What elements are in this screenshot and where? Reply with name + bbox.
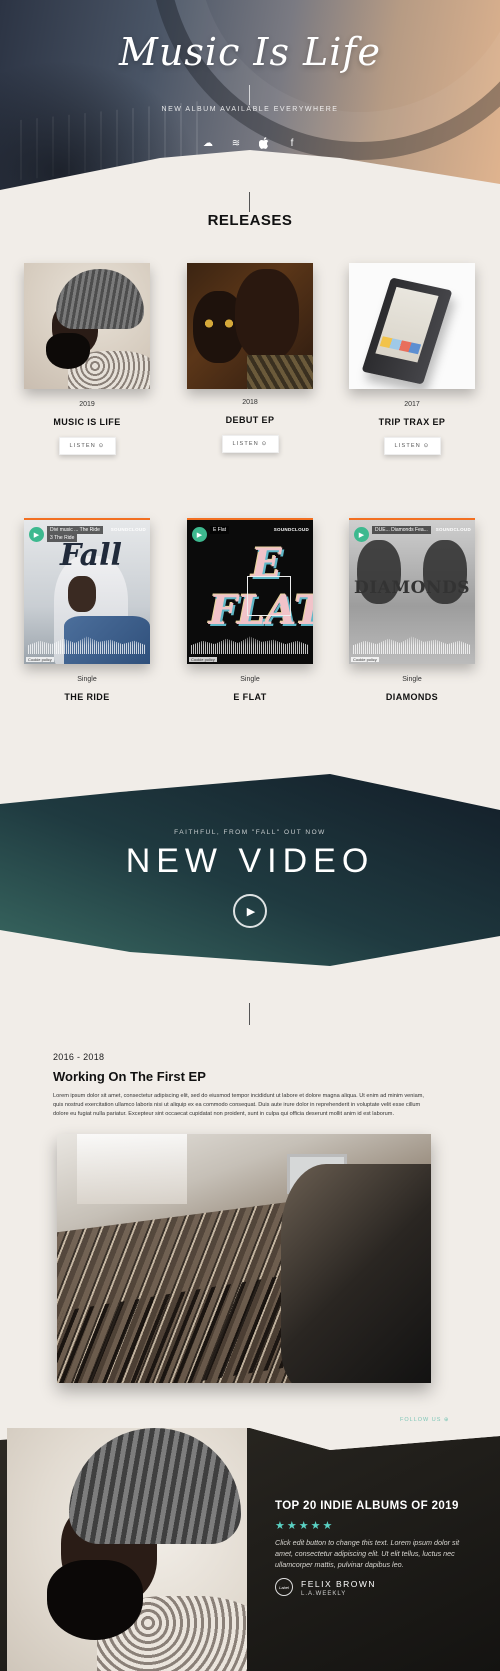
timeline-body: Lorem ipsum dolor sit amet, consectetur … (53, 1093, 424, 1117)
rating-stars: ★★★★★ (275, 1520, 335, 1532)
section-divider-line (249, 192, 250, 212)
album-cover[interactable] (349, 263, 475, 389)
cookie-policy-link[interactable]: Cookie policy (351, 657, 379, 662)
soundcloud-player[interactable]: E FLAT ▶ E Flat SOUNDCLOUD Cookie policy (187, 518, 313, 664)
reviewer-name: FELIX BROWN (301, 1579, 377, 1589)
cover-script-text: DIAMONDS (353, 578, 471, 598)
soundcloud-player[interactable]: DIAMONDS ▶ DUE... Diamonds Fea... SOUNDC… (349, 518, 475, 664)
section-divider-line (249, 1003, 250, 1025)
play-icon[interactable]: ▶ (354, 527, 369, 542)
album-card: 2017 TRIP TRAX EP LISTEN ⊙ (347, 263, 477, 455)
single-card: Fall ▶ Divi music ... The Ride 3 The Rid… (22, 518, 152, 702)
single-type: Single (402, 676, 422, 683)
player-track-label: E Flat (210, 526, 230, 534)
listen-button[interactable]: LISTEN ⊙ (221, 435, 279, 453)
cover-script-text: Fall (60, 538, 122, 573)
reviewer-organization: L.A.WEEKLY (301, 1591, 347, 1597)
album-cover[interactable] (24, 263, 150, 389)
video-title: NEW VIDEO (125, 842, 375, 880)
single-title: THE RIDE (64, 692, 110, 702)
waveform[interactable] (191, 636, 309, 654)
album-year: 2018 (242, 399, 258, 406)
waveform[interactable] (353, 636, 471, 654)
video-subtitle: FAITHFUL, FROM "FALL" OUT NOW (174, 829, 326, 836)
album-cover[interactable] (187, 263, 313, 389)
cookie-policy-link[interactable]: Cookie policy (189, 657, 217, 662)
video-play-button[interactable]: ▶ (233, 894, 267, 928)
testimonial-title: TOP 20 INDIE ALBUMS OF 2019 (275, 1500, 459, 1512)
artist-portrait (7, 1428, 247, 1671)
apple-icon[interactable] (256, 135, 272, 151)
timeline-title: Working On The First EP (53, 1069, 206, 1084)
listen-button[interactable]: LISTEN ⊙ (383, 437, 441, 455)
single-type: Single (240, 676, 260, 683)
soundcloud-icon[interactable]: ☁ (200, 135, 216, 151)
site-title: Music Is Life (119, 30, 381, 74)
hero-divider-line (249, 85, 250, 105)
play-icon[interactable]: ▶ (192, 527, 207, 542)
soundcloud-logo[interactable]: SOUNDCLOUD (274, 527, 309, 532)
listen-button[interactable]: LISTEN ⊙ (58, 437, 116, 455)
player-track-label: DUE... Diamonds Fea... (372, 526, 431, 534)
album-card: 2019 MUSIC IS LIFE LISTEN ⊙ (22, 263, 152, 455)
releases-title: RELEASES (207, 212, 293, 229)
testimonial-quote: Click edit button to change this text. L… (275, 1538, 460, 1569)
album-card: 2018 DEBUT EP LISTEN ⊙ (185, 263, 315, 453)
single-type: Single (77, 676, 97, 683)
single-title: E FLAT (233, 692, 267, 702)
soundcloud-logo[interactable]: SOUNDCLOUD (111, 527, 146, 532)
soundcloud-logo[interactable]: SOUNDCLOUD (436, 527, 471, 532)
follow-us-link[interactable]: FOLLOW US ⊕ (400, 1417, 450, 1423)
player-track-label: Divi music ... The Ride (47, 526, 103, 534)
single-card: E FLAT ▶ E Flat SOUNDCLOUD Cookie policy… (185, 518, 315, 702)
hero-tagline: NEW ALBUM AVAILABLE EVERYWHERE (161, 106, 339, 113)
single-card: DIAMONDS ▶ DUE... Diamonds Fea... SOUNDC… (347, 518, 477, 702)
album-title: MUSIC IS LIFE (53, 417, 121, 427)
spotify-icon[interactable]: ≋ (228, 135, 244, 151)
social-links: ☁ ≋ f (200, 135, 300, 151)
album-title: DEBUT EP (225, 415, 275, 425)
single-title: DIAMONDS (385, 692, 439, 702)
album-title: TRIP TRAX EP (378, 417, 446, 427)
cookie-policy-link[interactable]: Cookie policy (26, 657, 54, 662)
facebook-icon[interactable]: f (284, 135, 300, 151)
timeline-years: 2016 - 2018 (53, 1052, 105, 1062)
album-year: 2017 (404, 401, 420, 408)
soundcloud-player[interactable]: Fall ▶ Divi music ... The Ride 3 The Rid… (24, 518, 150, 664)
play-icon[interactable]: ▶ (29, 527, 44, 542)
player-track-sub: 3 The Ride (47, 534, 78, 542)
studio-image (57, 1134, 431, 1383)
album-year: 2019 (79, 401, 95, 408)
publication-logo: Label (275, 1578, 293, 1596)
